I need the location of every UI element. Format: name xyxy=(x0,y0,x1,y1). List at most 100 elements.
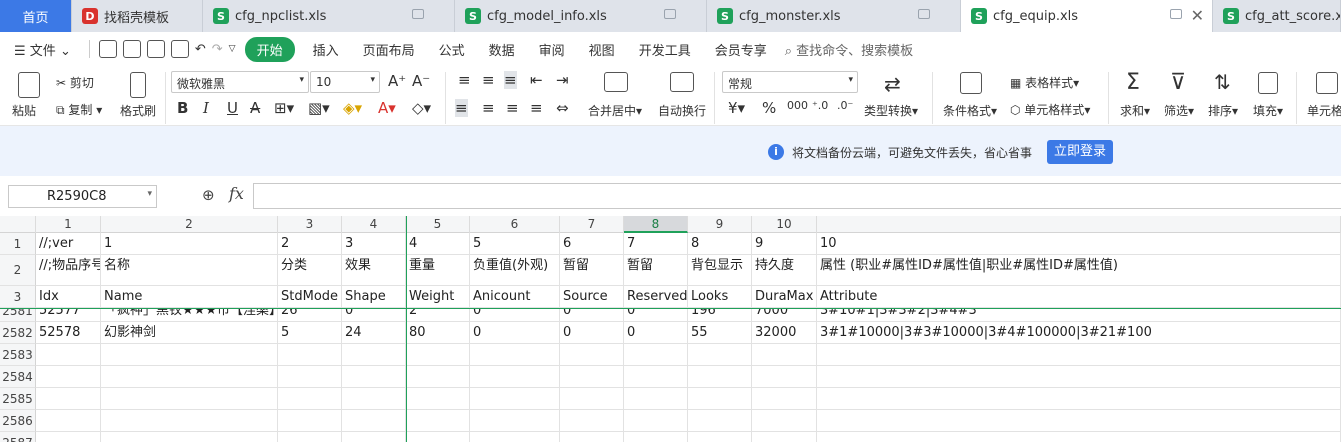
table-cell[interactable] xyxy=(688,344,752,366)
increase-font-icon[interactable]: A⁺ xyxy=(388,72,406,90)
decrease-decimal-icon[interactable]: .0⁻ xyxy=(837,99,853,112)
table-cell[interactable] xyxy=(752,432,817,442)
table-cell[interactable]: 名称 xyxy=(101,255,278,286)
table-cell[interactable]: 5 xyxy=(278,322,342,344)
wrap-text-button[interactable]: 自动换行 xyxy=(658,102,706,119)
column-header[interactable]: 5 xyxy=(406,216,470,233)
table-cell[interactable] xyxy=(470,432,560,442)
bold-icon[interactable]: B xyxy=(177,99,188,117)
redo-icon[interactable]: ↷ xyxy=(209,42,226,57)
table-cell[interactable] xyxy=(278,344,342,366)
increase-decimal-icon[interactable]: ⁺.0 xyxy=(812,99,828,112)
table-cell[interactable]: 52577 xyxy=(36,308,101,322)
table-cell[interactable] xyxy=(278,388,342,410)
table-cell[interactable] xyxy=(470,410,560,432)
number-format-select[interactable]: 常规 ▾ xyxy=(722,71,858,93)
table-cell[interactable] xyxy=(470,344,560,366)
table-cell[interactable]: Anicount xyxy=(470,286,560,308)
table-cell[interactable]: 0 xyxy=(560,308,624,322)
menu-page-layout[interactable]: 页面布局 xyxy=(351,40,427,59)
table-cell[interactable] xyxy=(470,388,560,410)
align-left-icon[interactable]: ≡ xyxy=(455,99,468,117)
name-box[interactable]: R2590C8 ▾ xyxy=(8,185,157,208)
table-cell[interactable]: 8 xyxy=(688,233,752,255)
conditional-format-icon[interactable] xyxy=(960,72,982,94)
table-cell[interactable]: 9 xyxy=(752,233,817,255)
table-cell[interactable] xyxy=(406,410,470,432)
row-header[interactable]: 3 xyxy=(0,286,36,308)
float-window-icon[interactable] xyxy=(1170,9,1182,19)
table-cell[interactable] xyxy=(101,410,278,432)
function-icon[interactable]: fx xyxy=(229,184,244,203)
table-cell[interactable]: Weight xyxy=(406,286,470,308)
table-cell[interactable] xyxy=(817,366,1341,388)
table-cell[interactable] xyxy=(560,432,624,442)
thousands-icon[interactable]: 000 xyxy=(787,99,808,112)
table-cell[interactable] xyxy=(278,410,342,432)
table-cell[interactable]: 6 xyxy=(560,233,624,255)
row-header[interactable]: 1 xyxy=(0,233,36,255)
font-size-select[interactable]: 10 ▾ xyxy=(310,71,380,93)
tab-cfg-model-info[interactable]: S cfg_model_info.xls xyxy=(455,0,707,32)
table-cell[interactable] xyxy=(624,366,688,388)
filter-icon[interactable]: ⊽ xyxy=(1170,70,1186,95)
row-header[interactable]: 2582 xyxy=(0,322,36,344)
table-cell[interactable] xyxy=(406,344,470,366)
export-pdf-icon[interactable] xyxy=(122,40,141,58)
column-header[interactable]: 8 xyxy=(624,216,688,233)
print-preview-icon[interactable] xyxy=(170,40,189,58)
table-cell[interactable] xyxy=(817,388,1341,410)
save-icon[interactable] xyxy=(98,40,117,58)
paste-button[interactable]: 粘贴 xyxy=(12,102,36,119)
table-cell[interactable]: 32000 xyxy=(752,322,817,344)
table-cell[interactable]: 效果 xyxy=(342,255,406,286)
table-cell[interactable]: 0 xyxy=(342,308,406,322)
menu-home[interactable]: 开始 xyxy=(244,36,295,62)
format-painter-icon[interactable] xyxy=(130,72,146,98)
currency-icon[interactable]: ¥▾ xyxy=(728,99,745,117)
border-icon[interactable]: ⊞▾ xyxy=(274,99,294,117)
column-header[interactable]: 1 xyxy=(36,216,101,233)
login-button[interactable]: 立即登录 xyxy=(1047,140,1113,164)
table-cell[interactable]: 重量 xyxy=(406,255,470,286)
table-cell[interactable] xyxy=(406,388,470,410)
table-cell[interactable] xyxy=(752,344,817,366)
increase-indent-icon[interactable]: ⇥ xyxy=(556,71,569,89)
table-cell[interactable]: 持久度 xyxy=(752,255,817,286)
table-cell[interactable]: 7000 xyxy=(752,308,817,322)
table-cell[interactable]: 负重值(外观) xyxy=(470,255,560,286)
table-cell[interactable] xyxy=(688,388,752,410)
tab-cfg-equip[interactable]: S cfg_equip.xls ✕ xyxy=(961,0,1213,32)
menu-view[interactable]: 视图 xyxy=(577,40,627,59)
table-cell[interactable] xyxy=(817,344,1341,366)
table-cell[interactable]: Looks xyxy=(688,286,752,308)
table-cell[interactable]: 背包显示 xyxy=(688,255,752,286)
wrap-text-icon[interactable] xyxy=(670,72,694,92)
cell-icon[interactable] xyxy=(1316,72,1338,94)
table-cell[interactable]: 0 xyxy=(624,322,688,344)
conditional-format-button[interactable]: 条件格式▾ xyxy=(943,102,997,119)
table-cell[interactable]: 0 xyxy=(470,308,560,322)
merge-center-button[interactable]: 合并居中▾ xyxy=(588,102,642,119)
table-cell[interactable]: 80 xyxy=(406,322,470,344)
filter-button[interactable]: 筛选▾ xyxy=(1164,102,1194,119)
table-cell[interactable]: 属性 (职业#属性ID#属性值|职业#属性ID#属性值) xyxy=(817,255,1341,286)
table-cell[interactable]: //;物品序号 xyxy=(36,255,101,286)
table-cell[interactable]: 0 xyxy=(470,322,560,344)
fill-color-icon[interactable]: ◈▾ xyxy=(343,99,362,117)
merge-center-icon[interactable] xyxy=(604,72,628,92)
table-cell[interactable] xyxy=(560,344,624,366)
decrease-font-icon[interactable]: A⁻ xyxy=(412,72,430,90)
paste-icon[interactable] xyxy=(18,72,40,98)
align-right-icon[interactable]: ≡ xyxy=(506,99,519,117)
column-header[interactable]: 7 xyxy=(560,216,624,233)
tab-docer[interactable]: D 找稻壳模板 xyxy=(72,0,203,32)
underline-icon[interactable]: U xyxy=(227,99,238,117)
table-cell[interactable]: 3#10#1|3#3#2|3#4#3 xyxy=(817,308,1341,322)
print-icon[interactable] xyxy=(146,40,165,58)
menu-data[interactable]: 数据 xyxy=(477,40,527,59)
menu-insert[interactable]: 插入 xyxy=(301,40,351,59)
table-cell[interactable]: 3 xyxy=(342,233,406,255)
table-cell[interactable]: 分类 xyxy=(278,255,342,286)
table-cell[interactable] xyxy=(36,344,101,366)
